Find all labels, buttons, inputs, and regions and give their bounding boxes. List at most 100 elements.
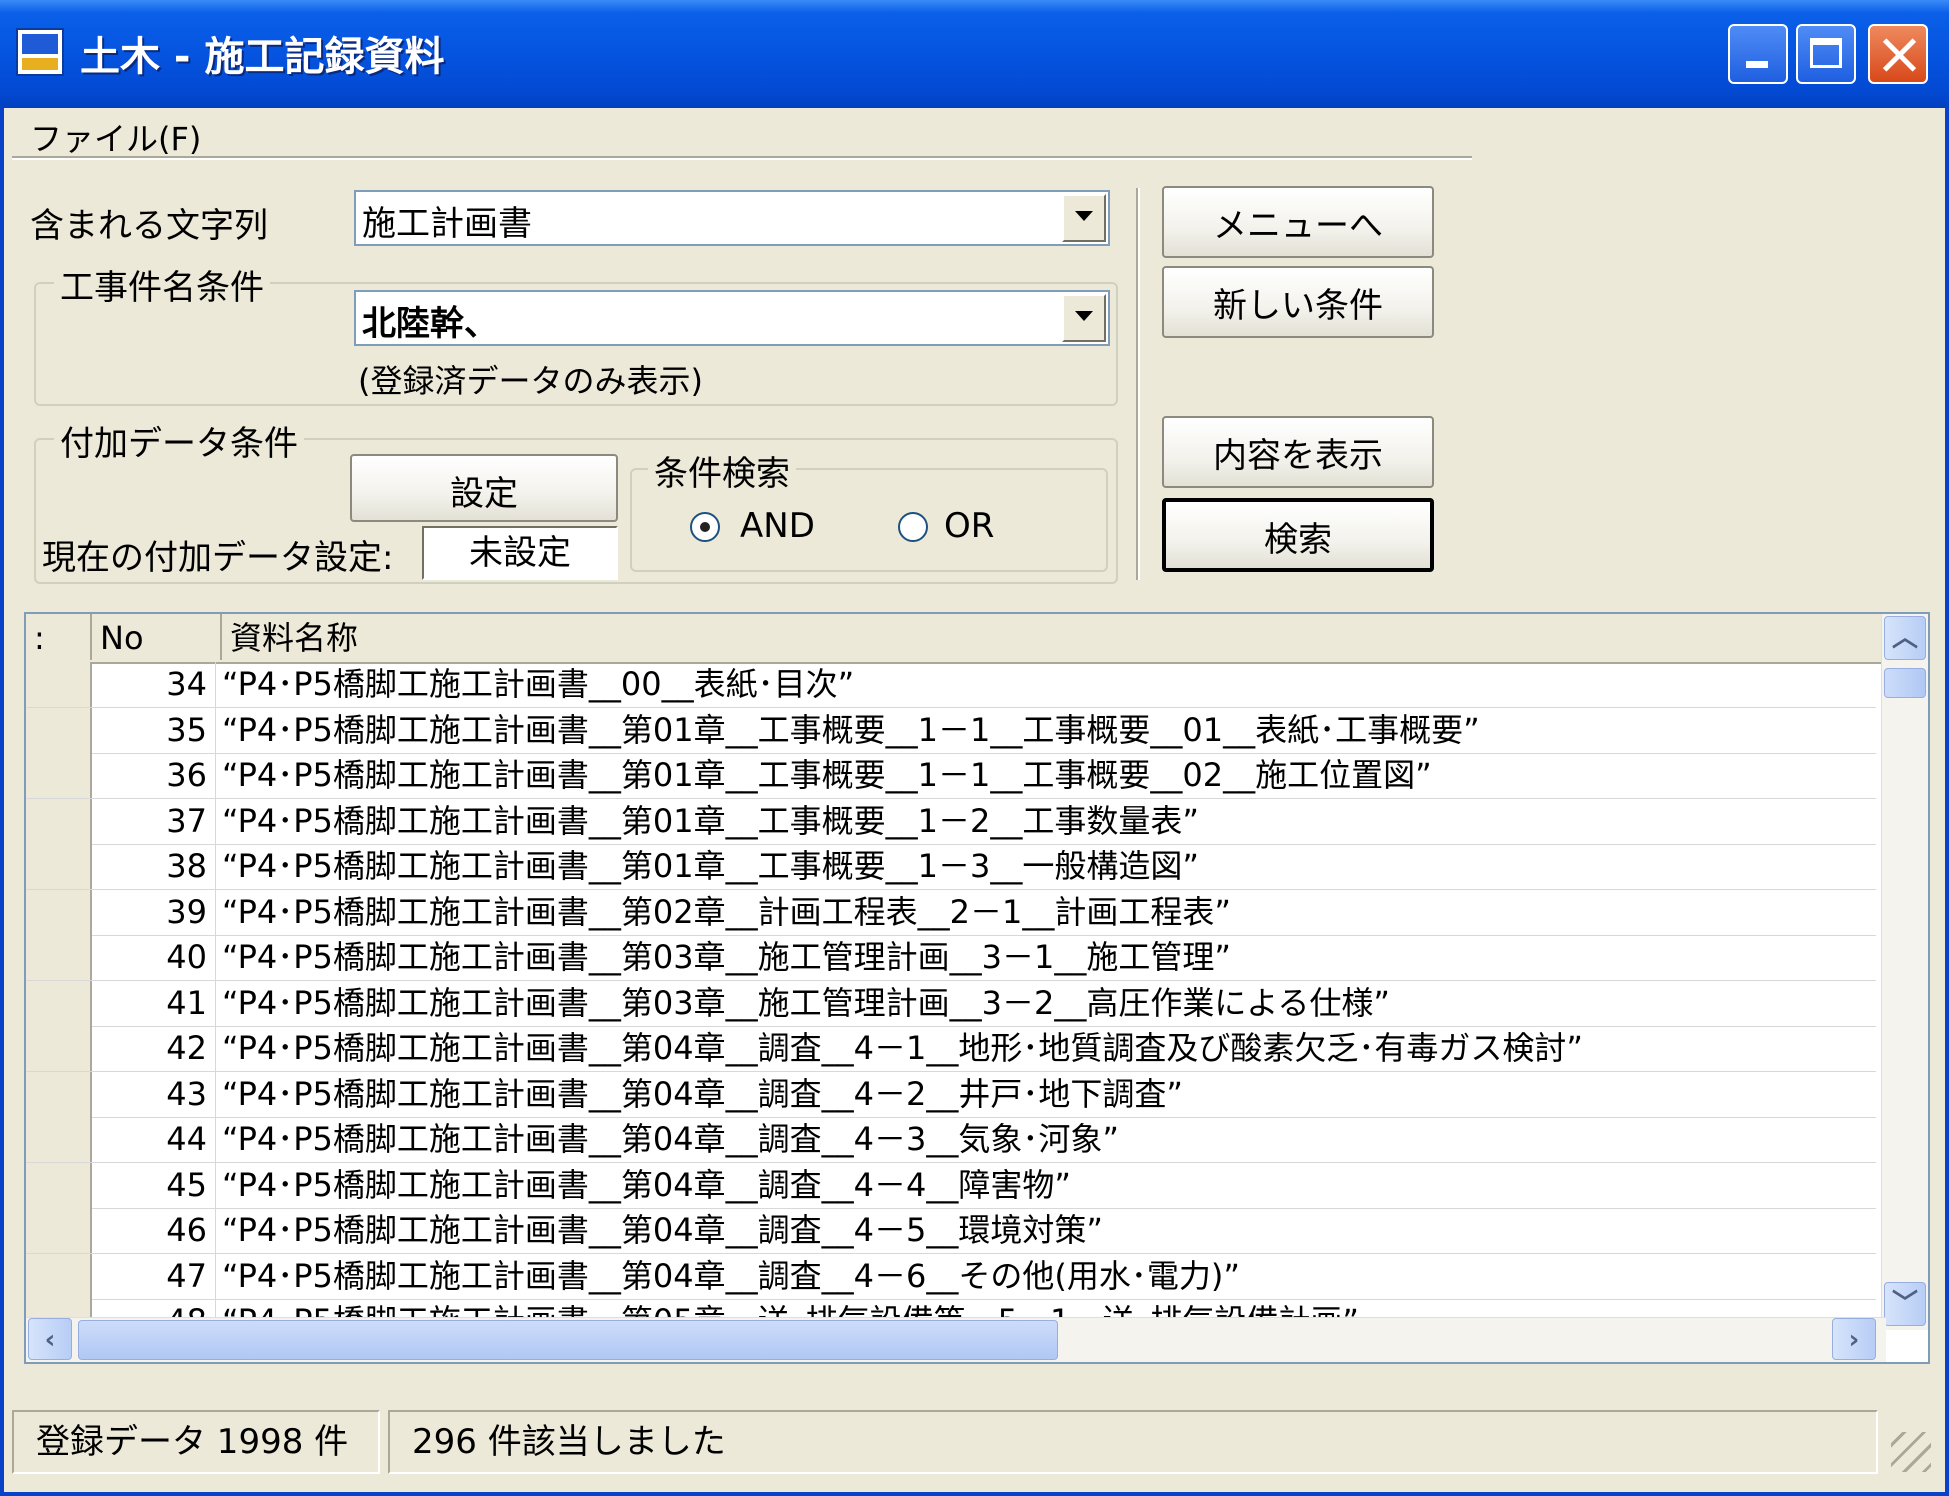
column-header-name[interactable]: 資料名称 xyxy=(222,614,1886,660)
scroll-right-button[interactable]: › xyxy=(1832,1318,1876,1360)
table-row[interactable]: 45 “P4･P5橋脚工施工計画書__第04章__調査__4－4__障害物” xyxy=(26,1162,1876,1209)
settings-button[interactable]: 設定 xyxy=(350,454,618,522)
new-condition-button[interactable]: 新しい条件 xyxy=(1162,266,1434,338)
table-row[interactable]: 38 “P4･P5橋脚工施工計画書__第01章__工事概要__1－3__一般構造図… xyxy=(26,844,1876,890)
table-row[interactable]: 43 “P4･P5橋脚工施工計画書__第04章__調査__4－2__井戸･地下調査… xyxy=(26,1071,1876,1118)
row-selector[interactable] xyxy=(26,1253,92,1299)
chevron-down-icon[interactable] xyxy=(1062,294,1106,342)
row-document-name: “P4･P5橋脚工施工計画書__第04章__調査__4－4__障害物” xyxy=(222,1165,1071,1204)
row-no: 46 xyxy=(92,1208,216,1253)
table-row[interactable]: 47 “P4･P5橋脚工施工計画書__第04章__調査__4－6__その他(用水･… xyxy=(26,1253,1876,1300)
scroll-left-button[interactable]: ‹ xyxy=(28,1318,72,1360)
vertical-scrollbar[interactable]: ︿ ﹀ xyxy=(1881,614,1928,1330)
table-row[interactable]: 40 “P4･P5橋脚工施工計画書__第03章__施工管理計画__3－1__施工管… xyxy=(26,935,1876,981)
chevron-up-icon: ︿ xyxy=(1891,623,1918,653)
menu-button[interactable]: メニューへ xyxy=(1162,186,1434,258)
app-window: 土木 - 施工記録資料 ファイル(F) 含まれる文字列 施工計画書 工事件名条件… xyxy=(0,0,1949,1496)
row-selector[interactable] xyxy=(26,844,92,889)
row-selector[interactable] xyxy=(26,753,92,798)
table-row[interactable]: 34 “P4･P5橋脚工施工計画書__00__表紙･目次” xyxy=(26,662,1876,708)
table-row[interactable]: 42 “P4･P5橋脚工施工計画書__第04章__調査__4－1__地形･地質調査… xyxy=(26,1026,1876,1072)
row-document-name: “P4･P5橋脚工施工計画書__第04章__調査__4－6__その他(用水･電力… xyxy=(222,1256,1240,1295)
search-text-value: 施工計画書 xyxy=(362,204,532,244)
row-selector[interactable] xyxy=(26,1026,92,1071)
table-row[interactable]: 44 “P4･P5橋脚工施工計画書__第04章__調査__4－3__気象･河象” xyxy=(26,1117,1876,1163)
menu-separator xyxy=(12,156,1472,160)
horizontal-scrollbar[interactable]: ‹ › xyxy=(26,1317,1886,1362)
row-document-name: “P4･P5橋脚工施工計画書__第04章__調査__4－5__環境対策” xyxy=(222,1211,1103,1249)
row-selector[interactable] xyxy=(26,935,92,980)
row-document-name: “P4･P5橋脚工施工計画書__第03章__施工管理計画__3－1__施工管理” xyxy=(222,938,1231,976)
scroll-up-button[interactable]: ︿ xyxy=(1884,616,1926,660)
row-selector[interactable] xyxy=(26,1162,92,1208)
new-condition-label: 新しい条件 xyxy=(1213,286,1383,326)
table-row[interactable]: 37 “P4･P5橋脚工施工計画書__第01章__工事概要__1－2__工事数量表… xyxy=(26,798,1876,845)
maximize-button[interactable] xyxy=(1796,24,1856,84)
project-name-combo[interactable]: 北陸幹、 xyxy=(354,290,1110,346)
row-document-name: “P4･P5橋脚工施工計画書__第01章__工事概要__1－1__工事概要__0… xyxy=(222,756,1432,794)
resize-grip[interactable] xyxy=(1891,1432,1931,1472)
row-no: 44 xyxy=(92,1117,216,1162)
row-document-name: “P4･P5橋脚工施工計画書__第01章__工事概要__1－2__工事数量表” xyxy=(222,801,1199,840)
close-button[interactable] xyxy=(1868,24,1928,84)
current-extra-label: 現在の付加データ設定: xyxy=(42,538,394,578)
row-selector[interactable] xyxy=(26,980,92,1026)
vertical-separator xyxy=(1136,188,1140,580)
menu-bar: ファイル(F) xyxy=(4,108,1945,158)
results-grid[interactable]: : No 資料名称 34 “P4･P5橋脚工施工計画書__00__表紙･目次” 35… xyxy=(24,612,1930,1364)
table-row[interactable]: 36 “P4･P5橋脚工施工計画書__第01章__工事概要__1－1__工事概要_… xyxy=(26,753,1876,799)
menu-button-label: メニューへ xyxy=(1213,206,1383,246)
project-name-value: 北陸幹、 xyxy=(362,304,498,344)
table-row[interactable]: 46 “P4･P5橋脚工施工計画書__第04章__調査__4－5__環境対策” xyxy=(26,1208,1876,1254)
chevron-right-icon: › xyxy=(1848,1325,1860,1355)
row-document-name: “P4･P5橋脚工施工計画書__第04章__調査__4－2__井戸･地下調査” xyxy=(222,1074,1183,1113)
row-document-name: “P4･P5橋脚工施工計画書__00__表紙･目次” xyxy=(222,665,855,703)
vertical-scroll-thumb[interactable] xyxy=(1884,668,1926,698)
row-selector[interactable] xyxy=(26,1071,92,1117)
horizontal-scroll-thumb[interactable] xyxy=(78,1320,1058,1360)
column-header-no[interactable]: No xyxy=(92,614,222,660)
table-row[interactable]: 39 “P4･P5橋脚工施工計画書__第02章__計画工程表__2－1__計画工程… xyxy=(26,889,1876,936)
row-no: 38 xyxy=(92,844,216,889)
table-row[interactable]: 35 “P4･P5橋脚工施工計画書__第01章__工事概要__1－1__工事概要_… xyxy=(26,707,1876,754)
row-selector[interactable] xyxy=(26,1208,92,1253)
project-note: (登録済データのみ表示) xyxy=(358,362,703,400)
and-label[interactable]: AND xyxy=(740,506,815,546)
row-no: 45 xyxy=(92,1162,216,1208)
current-extra-value: 未設定 xyxy=(422,526,618,580)
row-document-name: “P4･P5橋脚工施工計画書__第04章__調査__4－1__地形･地質調査及び… xyxy=(222,1029,1583,1067)
and-radio[interactable] xyxy=(690,512,720,542)
search-text-combo[interactable]: 施工計画書 xyxy=(354,190,1110,246)
row-document-name: “P4･P5橋脚工施工計画書__第01章__工事概要__1－1__工事概要__0… xyxy=(222,710,1480,749)
project-condition-title: 工事件名条件 xyxy=(54,260,270,309)
search-button[interactable]: 検索 xyxy=(1162,498,1434,572)
settings-button-label: 設定 xyxy=(450,474,518,514)
status-bar: 登録データ 1998 件 296 件該当しました xyxy=(12,1404,1937,1480)
chevron-down-icon: ﹀ xyxy=(1891,1289,1918,1319)
chevron-down-icon[interactable] xyxy=(1062,194,1106,242)
or-radio[interactable] xyxy=(898,512,928,542)
row-selector[interactable] xyxy=(26,662,92,707)
row-selector[interactable] xyxy=(26,1117,92,1162)
row-selector[interactable] xyxy=(26,707,92,753)
row-no: 43 xyxy=(92,1071,216,1117)
row-selector[interactable] xyxy=(26,889,92,935)
show-content-button[interactable]: 内容を表示 xyxy=(1162,416,1434,488)
table-row[interactable]: 41 “P4･P5橋脚工施工計画書__第03章__施工管理計画__3－2__高圧作… xyxy=(26,980,1876,1027)
row-document-name: “P4･P5橋脚工施工計画書__第02章__計画工程表__2－1__計画工程表” xyxy=(222,892,1231,931)
row-document-name: “P4･P5橋脚工施工計画書__第03章__施工管理計画__3－2__高圧作業に… xyxy=(222,983,1390,1022)
title-bar[interactable]: 土木 - 施工記録資料 xyxy=(0,0,1949,108)
row-document-name: “P4･P5橋脚工施工計画書__第04章__調査__4－3__気象･河象” xyxy=(222,1120,1119,1158)
app-icon[interactable] xyxy=(16,28,64,76)
row-selector[interactable] xyxy=(26,798,92,844)
scroll-down-button[interactable]: ﹀ xyxy=(1884,1282,1926,1326)
row-no: 40 xyxy=(92,935,216,980)
column-header-selector[interactable]: : xyxy=(26,614,92,660)
or-label[interactable]: OR xyxy=(944,506,994,546)
minimize-button[interactable] xyxy=(1728,24,1788,84)
row-no: 39 xyxy=(92,889,216,935)
search-button-label: 検索 xyxy=(1264,520,1332,560)
row-no: 35 xyxy=(92,707,216,753)
menu-file[interactable]: ファイル(F) xyxy=(30,114,201,160)
row-document-name: “P4･P5橋脚工施工計画書__第01章__工事概要__1－3__一般構造図” xyxy=(222,847,1199,885)
